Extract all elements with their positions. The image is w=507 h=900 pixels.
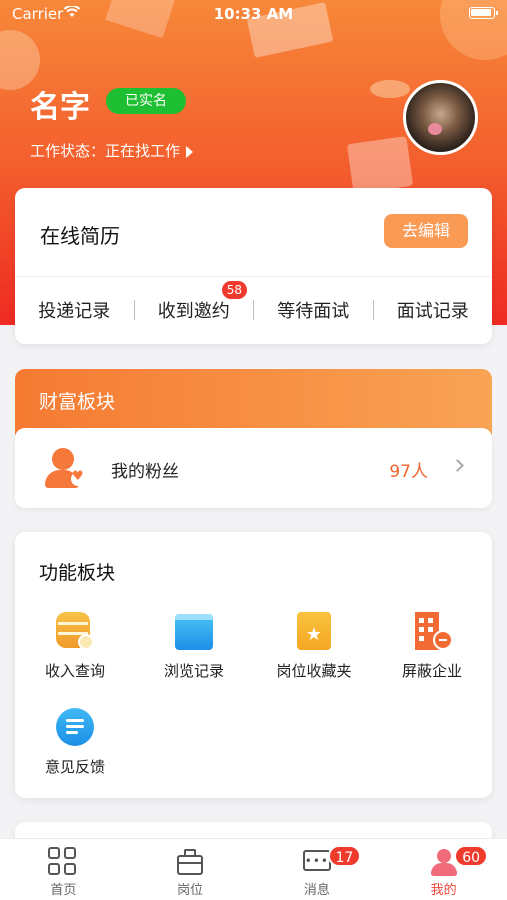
tab-bar: 首页 岗位 ••• 消息 17 我的 60	[0, 838, 507, 900]
function-label: 意见反馈	[44, 758, 105, 776]
functions-title: 功能板块	[39, 562, 116, 584]
verified-badge: 已实名	[106, 88, 186, 114]
work-status-text: 工作状态：正在找工作	[30, 142, 181, 160]
resume-title: 在线简历	[40, 224, 120, 248]
clock-decoration	[0, 30, 40, 90]
divider	[15, 276, 492, 277]
my-fans-row[interactable]: 我的粉丝 97人	[15, 428, 492, 508]
messages-badge: 17	[327, 845, 362, 867]
received-invitations-link[interactable]: 收到邀约 58	[135, 281, 254, 323]
link-label: 收到邀约	[157, 301, 230, 322]
clipboard-decoration	[346, 136, 414, 194]
pending-interviews-link[interactable]: 等待面试	[254, 297, 373, 323]
feedback-button[interactable]: 意见反馈	[20, 706, 130, 777]
link-label: 面试记录	[396, 301, 469, 322]
link-label: 等待面试	[277, 301, 350, 322]
invitations-badge: 58	[221, 281, 247, 299]
resume-links: 投递记录 收到邀约 58 等待面试 面试记录	[15, 281, 493, 328]
wealth-title: 财富板块	[39, 391, 116, 413]
income-query-button[interactable]: 收入查询	[20, 610, 130, 681]
resume-card: 在线简历 去编辑 投递记录 收到邀约 58 等待面试 面试记录	[15, 188, 492, 344]
clock: 10:33 AM	[213, 5, 294, 23]
fans-label: 我的粉丝	[111, 462, 179, 482]
block-company-button[interactable]: 屏蔽企业	[377, 610, 487, 681]
tab-label: 首页	[50, 883, 77, 898]
triangle-right-icon	[186, 145, 194, 158]
function-label: 浏览记录	[163, 662, 224, 680]
chevron-right-icon	[451, 459, 464, 472]
function-label: 岗位收藏夹	[276, 662, 352, 680]
tab-messages[interactable]: ••• 消息 17	[254, 839, 381, 900]
tab-label: 岗位	[177, 883, 204, 898]
avatar-photo	[428, 123, 442, 135]
tab-label: 消息	[303, 883, 330, 898]
message-icon: •••	[302, 847, 332, 877]
browse-history-button[interactable]: 浏览记录	[139, 610, 249, 681]
planet-decoration	[370, 80, 410, 98]
briefcase-icon	[175, 847, 205, 877]
link-label: 投递记录	[38, 301, 111, 322]
block-company-icon	[411, 610, 453, 652]
job-favorites-icon: ★	[293, 610, 335, 652]
fans-count: 97人	[389, 462, 428, 482]
browse-history-icon	[173, 610, 215, 652]
job-favorites-button[interactable]: ★ 岗位收藏夹	[259, 610, 369, 681]
tab-label: 我的	[430, 883, 457, 898]
functions-card: 功能板块 收入查询 浏览记录 ★ 岗位收藏夹 屏蔽企业 意见反馈	[15, 532, 492, 798]
edit-resume-button[interactable]: 去编辑	[384, 214, 468, 248]
work-status-link[interactable]: 工作状态：正在找工作	[30, 140, 194, 161]
delivery-records-link[interactable]: 投递记录	[15, 297, 134, 323]
feedback-icon	[54, 706, 96, 748]
avatar[interactable]	[403, 80, 478, 155]
home-grid-icon	[48, 847, 78, 877]
function-label: 屏蔽企业	[401, 662, 462, 680]
me-badge: 60	[454, 845, 489, 867]
interview-records-link[interactable]: 面试记录	[374, 297, 493, 323]
fans-icon	[43, 446, 87, 490]
wealth-section-header: 财富板块	[15, 369, 492, 435]
tab-home[interactable]: 首页	[0, 839, 127, 900]
battery-icon	[469, 7, 498, 19]
function-label: 收入查询	[44, 662, 105, 680]
income-query-icon	[54, 610, 96, 652]
tab-jobs[interactable]: 岗位	[127, 839, 254, 900]
status-bar: Carrier 10:33 AM	[0, 0, 507, 30]
user-name: 名字	[30, 90, 90, 125]
tab-me[interactable]: 我的 60	[380, 839, 507, 900]
